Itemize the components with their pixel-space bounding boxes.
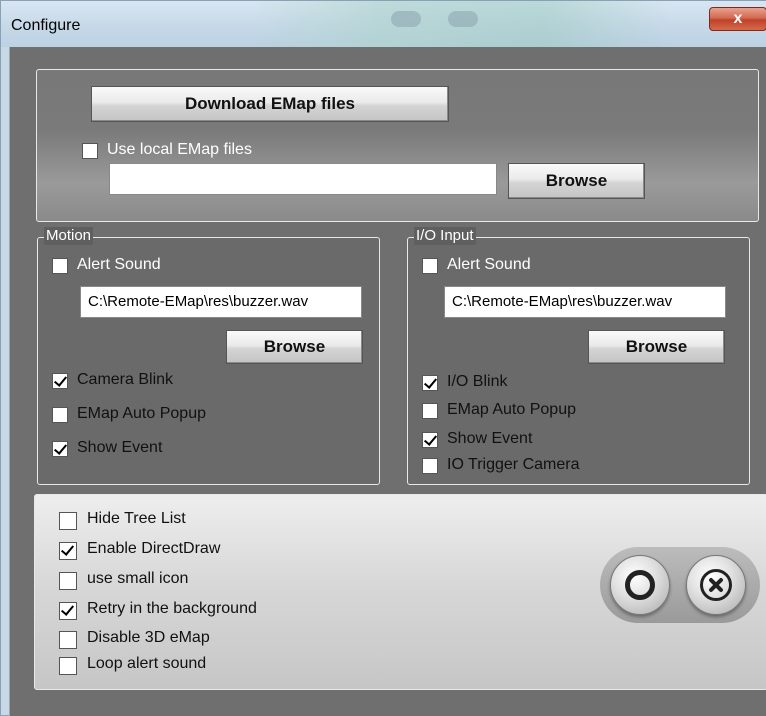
io-alert-sound-checkbox[interactable] (422, 258, 438, 274)
title-bar-decoration (391, 11, 421, 27)
use-small-icon-checkbox[interactable] (59, 572, 77, 590)
download-emap-button[interactable]: Download EMap files (91, 86, 449, 122)
loop-alert-sound-label: Loop alert sound (87, 655, 207, 672)
disable-3d-emap-label: Disable 3D eMap (87, 629, 210, 646)
io-input-group-title: I/O Input (414, 227, 476, 245)
io-browse-button[interactable]: Browse (588, 330, 725, 364)
dialog-action-buttons (600, 547, 760, 623)
enable-directdraw-checkbox[interactable] (59, 542, 77, 560)
hide-tree-list-checkbox[interactable] (59, 512, 77, 530)
io-emap-auto-popup-checkbox[interactable] (422, 403, 438, 419)
io-blink-checkbox[interactable] (422, 375, 438, 391)
io-sound-path-input[interactable]: C:\Remote-EMap\res\buzzer.wav (444, 286, 726, 318)
camera-blink-checkbox[interactable] (52, 373, 68, 389)
use-local-emap-label: Use local EMap files (107, 141, 252, 158)
motion-sound-path-input[interactable]: C:\Remote-EMap\res\buzzer.wav (80, 286, 362, 318)
io-blink-label: I/O Blink (447, 373, 508, 390)
cancel-x-icon (700, 569, 732, 601)
io-trigger-camera-label: IO Trigger Camera (447, 456, 580, 473)
motion-group: Motion Alert Sound C:\Remote-EMap\res\bu… (37, 227, 380, 485)
configure-window: Configure x Download EMap files Use loca… (0, 0, 766, 716)
motion-alert-sound-label: Alert Sound (77, 256, 161, 273)
ok-button[interactable] (610, 555, 670, 615)
use-local-emap-checkbox[interactable] (82, 143, 98, 159)
title-bar-decoration (448, 11, 478, 27)
use-small-icon-label: use small icon (87, 570, 189, 587)
motion-emap-auto-popup-label: EMap Auto Popup (77, 405, 206, 422)
cancel-button[interactable] (686, 555, 746, 615)
local-emap-path-input[interactable] (109, 163, 497, 195)
disable-3d-emap-checkbox[interactable] (59, 631, 77, 649)
enable-directdraw-label: Enable DirectDraw (87, 540, 221, 557)
motion-show-event-checkbox[interactable] (52, 441, 68, 457)
title-bar[interactable]: Configure x (1, 1, 766, 47)
browse-emap-button[interactable]: Browse (508, 163, 645, 199)
io-trigger-camera-checkbox[interactable] (422, 458, 438, 474)
retry-background-checkbox[interactable] (59, 602, 77, 620)
motion-alert-sound-checkbox[interactable] (52, 258, 68, 274)
camera-blink-label: Camera Blink (77, 371, 174, 388)
dialog-client-area: Download EMap files Use local EMap files… (9, 47, 766, 716)
emap-files-group: Download EMap files Use local EMap files… (36, 69, 759, 222)
ok-circle-icon (625, 570, 655, 600)
motion-emap-auto-popup-checkbox[interactable] (52, 407, 68, 423)
window-title: Configure (11, 17, 81, 34)
motion-show-event-label: Show Event (77, 439, 163, 456)
motion-browse-button[interactable]: Browse (226, 330, 363, 364)
io-alert-sound-label: Alert Sound (447, 256, 531, 273)
retry-background-label: Retry in the background (87, 600, 257, 617)
io-emap-auto-popup-label: EMap Auto Popup (447, 401, 576, 418)
motion-group-title: Motion (44, 227, 94, 245)
io-input-group: I/O Input Alert Sound C:\Remote-EMap\res… (407, 227, 750, 485)
loop-alert-sound-checkbox[interactable] (59, 657, 77, 675)
io-show-event-label: Show Event (447, 430, 533, 447)
io-show-event-checkbox[interactable] (422, 432, 438, 448)
close-button[interactable]: x (709, 7, 766, 31)
hide-tree-list-label: Hide Tree List (87, 510, 186, 527)
